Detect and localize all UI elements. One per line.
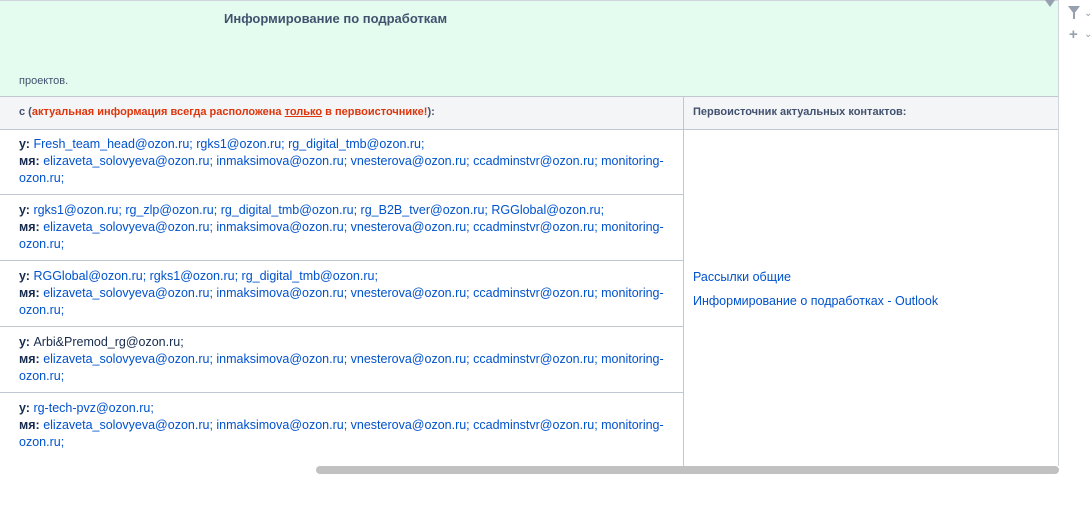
link-mailings-general[interactable]: Рассылки общие xyxy=(693,270,938,284)
to-line: у: Fresh_team_head@ozon.ru; rgks1@ozon.r… xyxy=(19,136,424,153)
to-label: у: xyxy=(19,137,30,151)
header-right: Первоисточник актуальных контактов: xyxy=(693,106,907,118)
to-label: у: xyxy=(19,401,30,415)
cc-label: мя: xyxy=(19,418,40,432)
table-header-row: с (актуальная информация всегда располож… xyxy=(0,96,1058,130)
column-divider xyxy=(683,96,684,466)
to-line: у: RGGlobal@ozon.ru; rgks1@ozon.ru; rg_d… xyxy=(19,268,378,285)
filter-icon-stem xyxy=(1073,13,1075,19)
cc-emails-continued[interactable]: ozon.ru; xyxy=(19,435,64,449)
recipients-table: у: Fresh_team_head@ozon.ru; rgks1@ozon.r… xyxy=(0,129,683,459)
cc-line-continued: ozon.ru; xyxy=(19,302,64,319)
cc-label: мя: xyxy=(19,286,40,300)
panel-note: проектов. xyxy=(19,75,69,87)
to-emails[interactable]: Fresh_team_head@ozon.ru; rgks1@ozon.ru; … xyxy=(33,137,424,151)
cc-line: мя: elizaveta_solovyeva@ozon.ru; inmaksi… xyxy=(19,351,664,368)
cc-emails[interactable]: elizaveta_solovyeva@ozon.ru; inmaksimova… xyxy=(43,418,663,432)
to-emails[interactable]: RGGlobal@ozon.ru; rgks1@ozon.ru; rg_digi… xyxy=(33,269,377,283)
cc-line: мя: elizaveta_solovyeva@ozon.ru; inmaksi… xyxy=(19,219,664,236)
table-row: у: RGGlobal@ozon.ru; rgks1@ozon.ru; rg_d… xyxy=(0,261,683,327)
cc-label: мя: xyxy=(19,220,40,234)
info-panel: Информирование по подработкам проектов. xyxy=(0,0,1058,97)
to-line: у: rgks1@ozon.ru; rg_zlp@ozon.ru; rg_dig… xyxy=(19,202,604,219)
cc-emails[interactable]: elizaveta_solovyeva@ozon.ru; inmaksimova… xyxy=(43,352,663,366)
to-label: у: xyxy=(19,203,30,217)
cc-line: мя: elizaveta_solovyeva@ozon.ru; inmaksi… xyxy=(19,153,664,170)
page-viewport: Информирование по подработкам проектов. … xyxy=(0,0,1059,466)
cc-line-continued: ozon.ru; xyxy=(19,170,64,187)
table-row: у: rg-tech-pvz@ozon.ru; мя: elizaveta_so… xyxy=(0,393,683,459)
cc-line-continued: ozon.ru; xyxy=(19,236,64,253)
to-emails[interactable]: rg-tech-pvz@ozon.ru; xyxy=(33,401,153,415)
cc-emails-continued[interactable]: ozon.ru; xyxy=(19,171,64,185)
chevron-down-icon[interactable]: ⌄ xyxy=(1084,29,1092,40)
cc-line-continued: ozon.ru; xyxy=(19,368,64,385)
to-emails[interactable]: Arbi&Premod_rg@ozon.ru; xyxy=(33,335,183,349)
link-side-jobs-outlook[interactable]: Информирование о подработках - Outlook xyxy=(693,294,938,308)
horizontal-scrollbar[interactable] xyxy=(316,466,1059,474)
plus-icon[interactable]: + xyxy=(1069,26,1078,43)
to-emails[interactable]: rgks1@ozon.ru; rg_zlp@ozon.ru; rg_digita… xyxy=(33,203,604,217)
to-label: у: xyxy=(19,269,30,283)
header-warning-underlined: только xyxy=(284,106,323,118)
chevron-down-icon[interactable]: ⌄ xyxy=(1084,8,1092,19)
cc-emails-continued[interactable]: ozon.ru; xyxy=(19,369,64,383)
table-row: у: Fresh_team_head@ozon.ru; rgks1@ozon.r… xyxy=(0,129,683,195)
scroll-marker-icon xyxy=(1045,0,1055,7)
cc-label: мя: xyxy=(19,352,40,366)
cc-line: мя: elizaveta_solovyeva@ozon.ru; inmaksi… xyxy=(19,285,664,302)
cc-emails-continued[interactable]: ozon.ru; xyxy=(19,237,64,251)
cc-line-continued: ozon.ru; xyxy=(19,434,64,451)
header-warning-part1: актуальная информация всегда расположена xyxy=(31,106,285,118)
header-warning-part2: в первоисточнике! xyxy=(322,106,428,118)
panel-title: Информирование по подработкам xyxy=(224,11,448,26)
cc-emails-continued[interactable]: ozon.ru; xyxy=(19,303,64,317)
cc-line: мя: elizaveta_solovyeva@ozon.ru; inmaksi… xyxy=(19,417,664,434)
header-left-suffix: ): xyxy=(427,106,435,118)
source-links-cell: Рассылки общие Информирование о подработ… xyxy=(693,270,938,318)
header-left: с (актуальная информация всегда располож… xyxy=(19,106,435,118)
to-line: у: rg-tech-pvz@ozon.ru; xyxy=(19,400,154,417)
to-line: у: Arbi&Premod_rg@ozon.ru; xyxy=(19,334,184,351)
cc-label: мя: xyxy=(19,154,40,168)
table-row: у: rgks1@ozon.ru; rg_zlp@ozon.ru; rg_dig… xyxy=(0,195,683,261)
cc-emails[interactable]: elizaveta_solovyeva@ozon.ru; inmaksimova… xyxy=(43,220,663,234)
cc-emails[interactable]: elizaveta_solovyeva@ozon.ru; inmaksimova… xyxy=(43,286,663,300)
header-warning: актуальная информация всегда расположена… xyxy=(32,106,428,118)
cc-emails[interactable]: elizaveta_solovyeva@ozon.ru; inmaksimova… xyxy=(43,154,663,168)
to-label: у: xyxy=(19,335,30,349)
header-left-prefix: с ( xyxy=(19,106,32,118)
table-row: у: Arbi&Premod_rg@ozon.ru; мя: elizaveta… xyxy=(0,327,683,393)
